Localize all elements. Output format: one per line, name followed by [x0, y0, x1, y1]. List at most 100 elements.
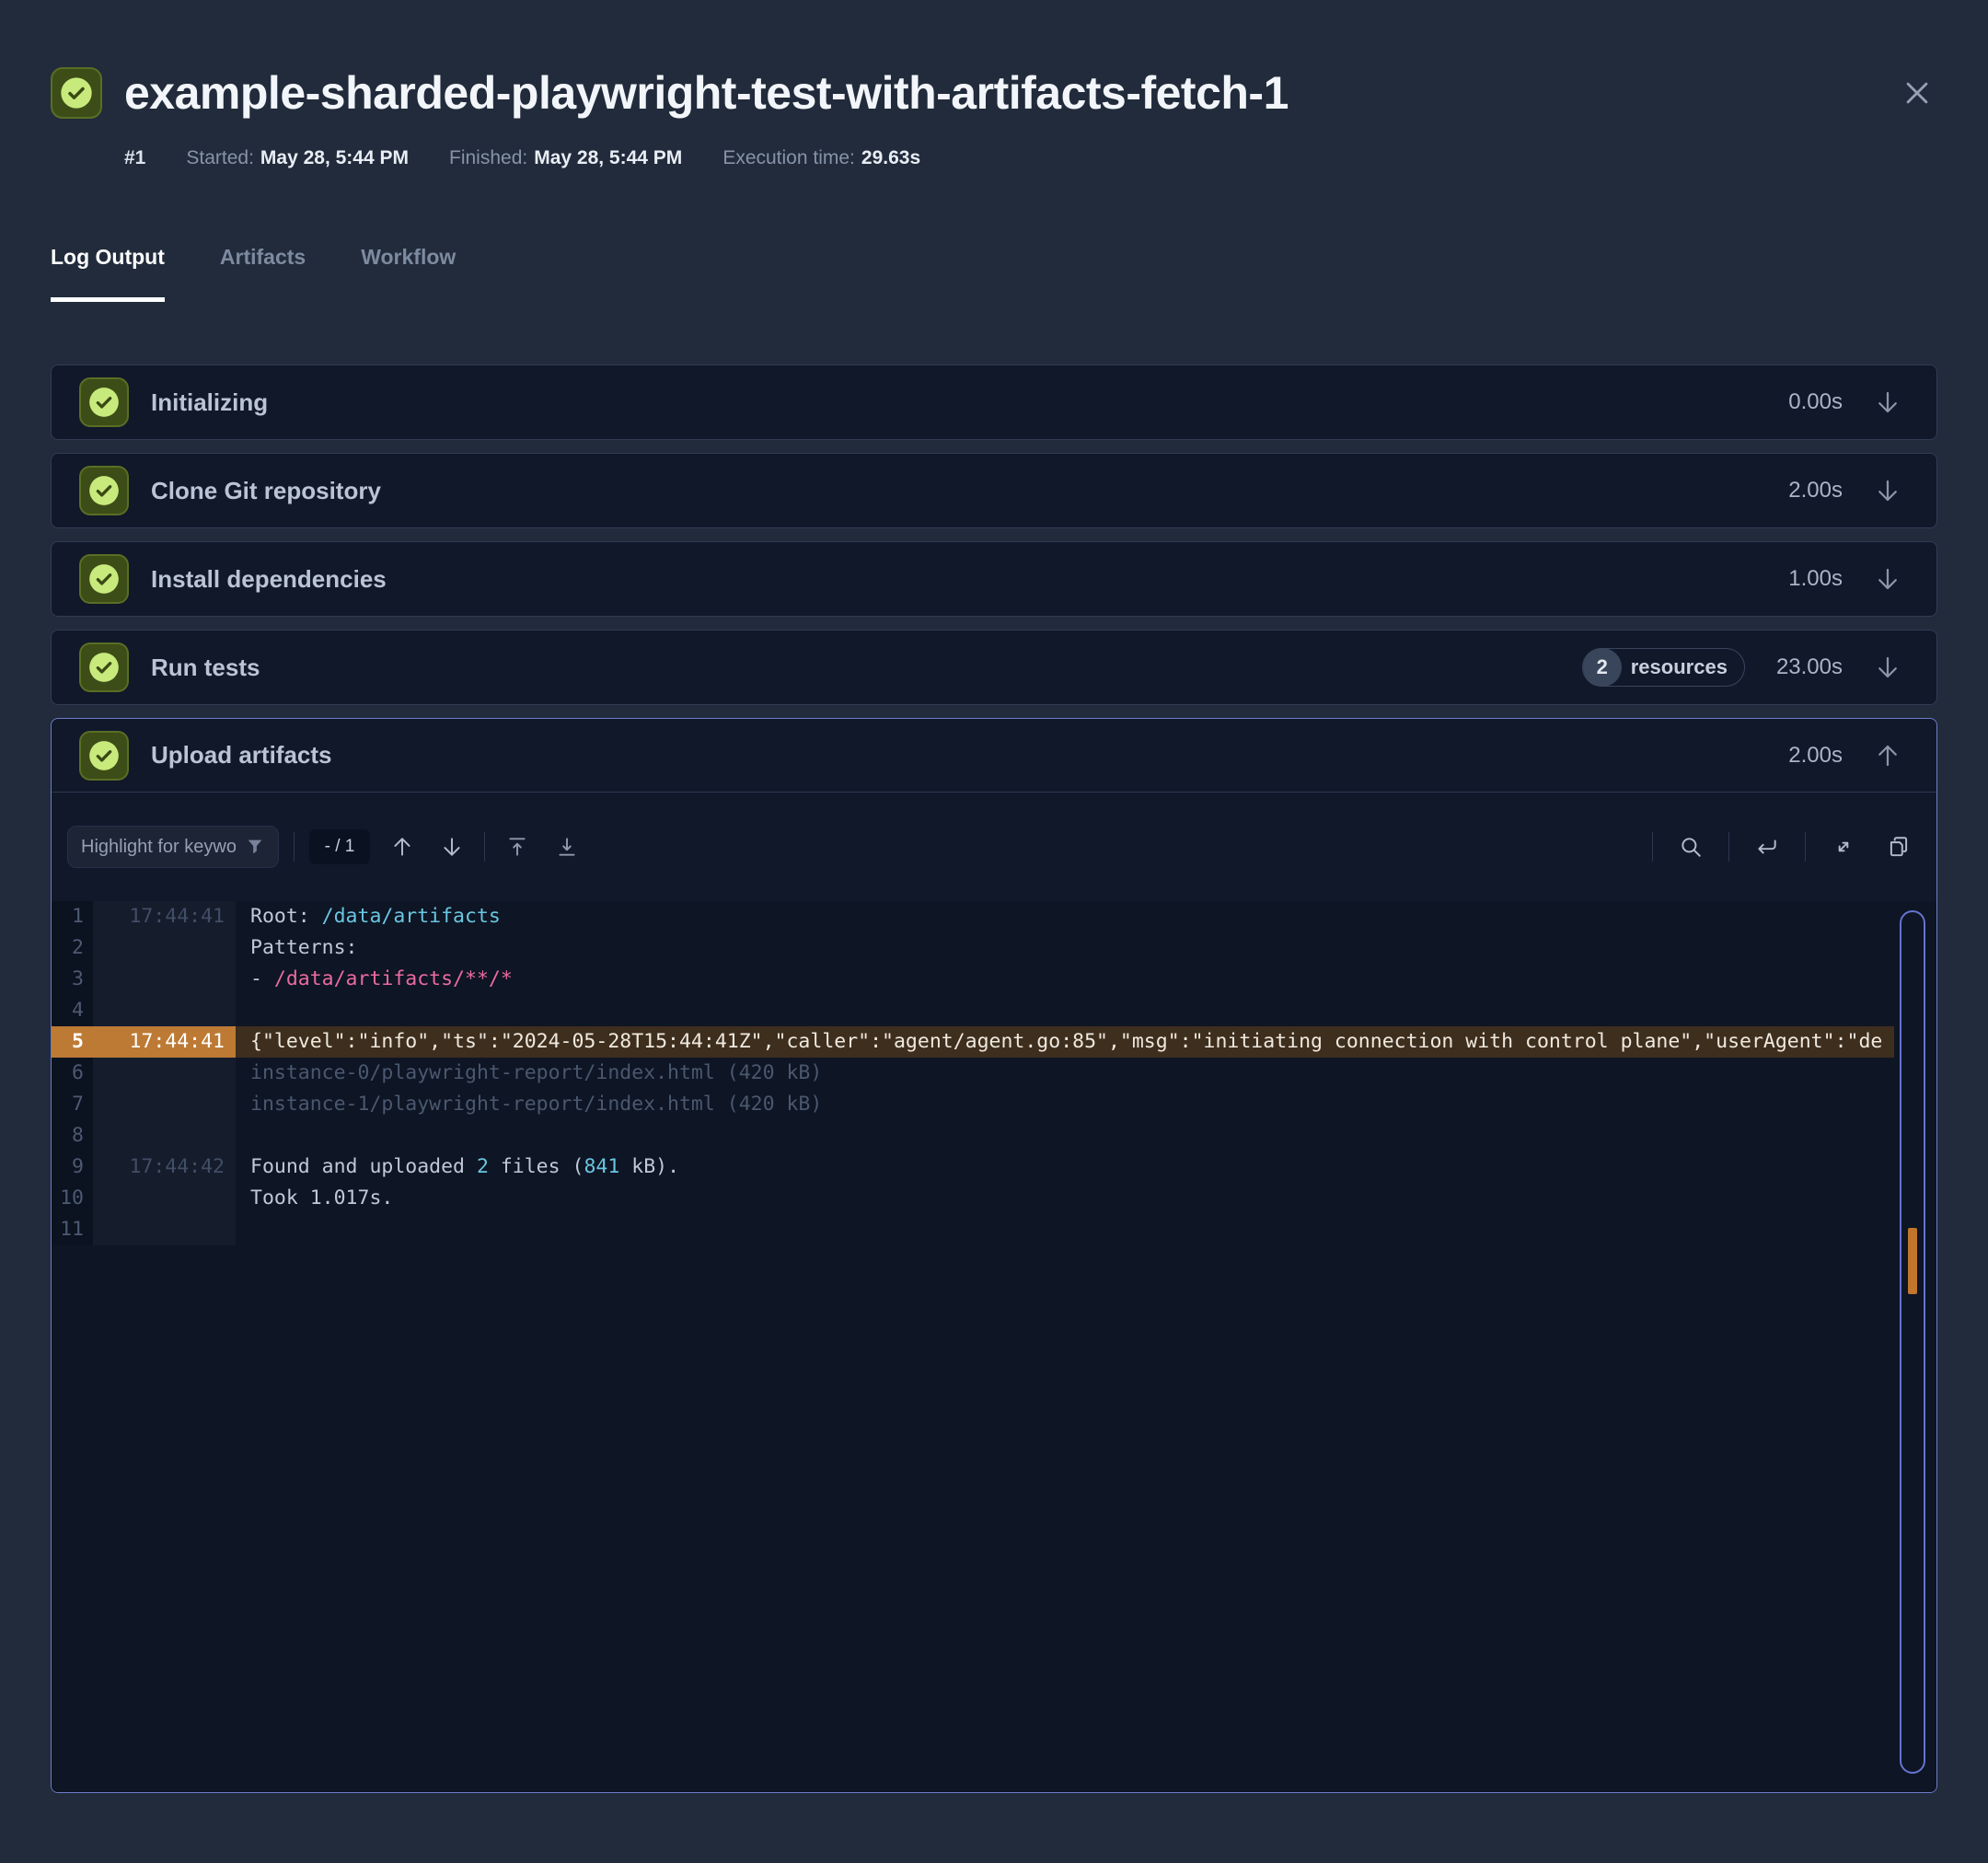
resources-label: resources: [1630, 655, 1728, 678]
log-line[interactable]: 10 Took 1.017s.: [52, 1183, 1936, 1214]
log-line-content: - /data/artifacts/**/*: [236, 964, 1936, 995]
log-segment: Root:: [250, 905, 322, 928]
log-segment: files (: [488, 1155, 584, 1178]
next-match-button[interactable]: [434, 829, 469, 864]
log-line[interactable]: 1 17:44:41 Root: /data/artifacts: [52, 901, 1936, 932]
finished-at: Finished: May 28, 5:44 PM: [449, 147, 683, 168]
expand-fullscreen-button[interactable]: [1826, 829, 1861, 864]
log-line[interactable]: 5 17:44:41 {"level":"info","ts":"2024-05…: [52, 1026, 1894, 1058]
log-line[interactable]: 6 instance-0/playwright-report/index.htm…: [52, 1058, 1936, 1089]
wrap-lines-button[interactable]: [1750, 829, 1785, 864]
step-success-check-icon: [79, 466, 129, 515]
log-output-area: 1 17:44:41 Root: /data/artifacts 2 Patte…: [52, 901, 1936, 1792]
log-line-timestamp: [93, 964, 236, 995]
expand-arrow-icon[interactable]: [1874, 654, 1901, 681]
log-segment: kB).: [619, 1155, 680, 1178]
toolbar-divider: [1652, 832, 1653, 862]
search-button[interactable]: [1673, 829, 1708, 864]
log-line-number: 11: [52, 1214, 93, 1245]
resources-badge: 2 resources: [1581, 648, 1745, 687]
log-line-content: [236, 1214, 1936, 1245]
step-row[interactable]: Install dependencies 1.00s: [51, 541, 1937, 617]
step-label: Install dependencies: [151, 564, 387, 593]
log-segment: /data/artifacts: [321, 905, 501, 928]
log-line[interactable]: 4: [52, 995, 1936, 1026]
log-segment: instance-1/playwright-report/index.html …: [250, 1093, 823, 1116]
step-row[interactable]: Upload artifacts 2.00s: [52, 719, 1936, 793]
log-line-timestamp: [93, 1089, 236, 1120]
log-line-timestamp: 17:44:42: [93, 1151, 236, 1183]
collapse-arrow-icon[interactable]: [1874, 742, 1901, 770]
log-segment: /data/artifacts/**/*: [273, 967, 513, 990]
expand-arrow-icon[interactable]: [1874, 388, 1901, 416]
log-line-content: [236, 995, 1936, 1026]
tab-log-output[interactable]: Log Output: [51, 245, 165, 302]
log-line-number: 9: [52, 1151, 93, 1183]
log-line-timestamp: [93, 1058, 236, 1089]
log-segment: Took 1.017s.: [250, 1186, 394, 1209]
log-toolbar: - / 1: [52, 793, 1936, 901]
log-segment: instance-0/playwright-report/index.html …: [250, 1061, 823, 1084]
step-success-check-icon: [79, 730, 129, 781]
job-success-check-icon: [51, 67, 102, 119]
job-meta: #1 Started: May 28, 5:44 PM Finished: May …: [124, 147, 1937, 169]
log-scrollbar-thumb[interactable]: [1908, 1228, 1917, 1294]
log-segment: 841: [584, 1155, 620, 1178]
scroll-to-bottom-icon: [559, 838, 575, 856]
tab-workflow[interactable]: Workflow: [361, 245, 456, 302]
step-label: Clone Git repository: [151, 476, 381, 504]
log-line-content: Patterns:: [236, 932, 1936, 964]
log-scrollbar-track[interactable]: [1900, 910, 1925, 1774]
step-row[interactable]: Clone Git repository 2.00s: [51, 453, 1937, 528]
run-number: #1: [124, 147, 146, 168]
log-line-number: 1: [52, 901, 93, 932]
expand-arrow-icon[interactable]: [1874, 477, 1901, 504]
keyword-highlight-field[interactable]: [67, 826, 279, 868]
log-line[interactable]: 7 instance-1/playwright-report/index.htm…: [52, 1089, 1936, 1120]
log-line-timestamp: [93, 1183, 236, 1214]
log-line-number: 6: [52, 1058, 93, 1089]
scroll-to-top-icon: [509, 838, 526, 856]
log-line[interactable]: 9 17:44:42 Found and uploaded 2 files (8…: [52, 1151, 1936, 1183]
log-line-number: 2: [52, 932, 93, 964]
keyword-highlight-input[interactable]: [81, 836, 236, 858]
step-row[interactable]: Initializing 0.00s: [51, 364, 1937, 440]
log-line-content: Root: /data/artifacts: [236, 901, 1936, 932]
log-line-content: Found and uploaded 2 files (841 kB).: [236, 1151, 1936, 1183]
log-line-content: {"level":"info","ts":"2024-05-28T15:44:4…: [236, 1026, 1894, 1058]
previous-match-button[interactable]: [385, 829, 420, 864]
expand-arrow-icon[interactable]: [1874, 565, 1901, 593]
log-segment: -: [250, 967, 274, 990]
log-line[interactable]: 2 Patterns:: [52, 932, 1936, 964]
execution-time: Execution time: 29.63s: [722, 147, 921, 168]
job-detail-page: example-sharded-playwright-test-with-art…: [0, 0, 1988, 1863]
close-icon[interactable]: [1897, 73, 1937, 113]
job-header: example-sharded-playwright-test-with-art…: [51, 0, 1937, 120]
log-line-number: 4: [52, 995, 93, 1026]
step-list: Initializing 0.00s Clone Git repository …: [51, 364, 1937, 705]
log-segment: Found and uploaded: [250, 1155, 477, 1178]
step-duration: 2.00s: [1788, 742, 1843, 768]
log-line[interactable]: 3 - /data/artifacts/**/*: [52, 964, 1936, 995]
log-line-timestamp: [93, 1214, 236, 1245]
log-segment: 2: [476, 1155, 489, 1178]
tab-artifacts[interactable]: Artifacts: [220, 245, 306, 302]
scroll-to-top-button[interactable]: [500, 829, 535, 864]
toolbar-divider: [1805, 832, 1806, 862]
toolbar-divider: [484, 832, 485, 862]
started-at: Started: May 28, 5:44 PM: [186, 147, 409, 168]
log-line-number: 7: [52, 1089, 93, 1120]
step-row[interactable]: Run tests 2 resources 23.00s: [51, 630, 1937, 705]
log-line[interactable]: 8: [52, 1120, 1936, 1151]
log-line[interactable]: 11: [52, 1214, 1936, 1245]
resources-count: 2: [1582, 648, 1622, 687]
step-duration: 1.00s: [1788, 566, 1843, 591]
expand-fullscreen-icon: [1838, 841, 1849, 852]
scroll-to-bottom-button[interactable]: [549, 829, 584, 864]
log-line-timestamp: [93, 1120, 236, 1151]
log-line-content: instance-0/playwright-report/index.html …: [236, 1058, 1936, 1089]
toolbar-divider: [294, 832, 295, 862]
log-line-content: [236, 1120, 1936, 1151]
copy-log-button[interactable]: [1881, 829, 1916, 864]
step-duration: 2.00s: [1788, 478, 1843, 503]
